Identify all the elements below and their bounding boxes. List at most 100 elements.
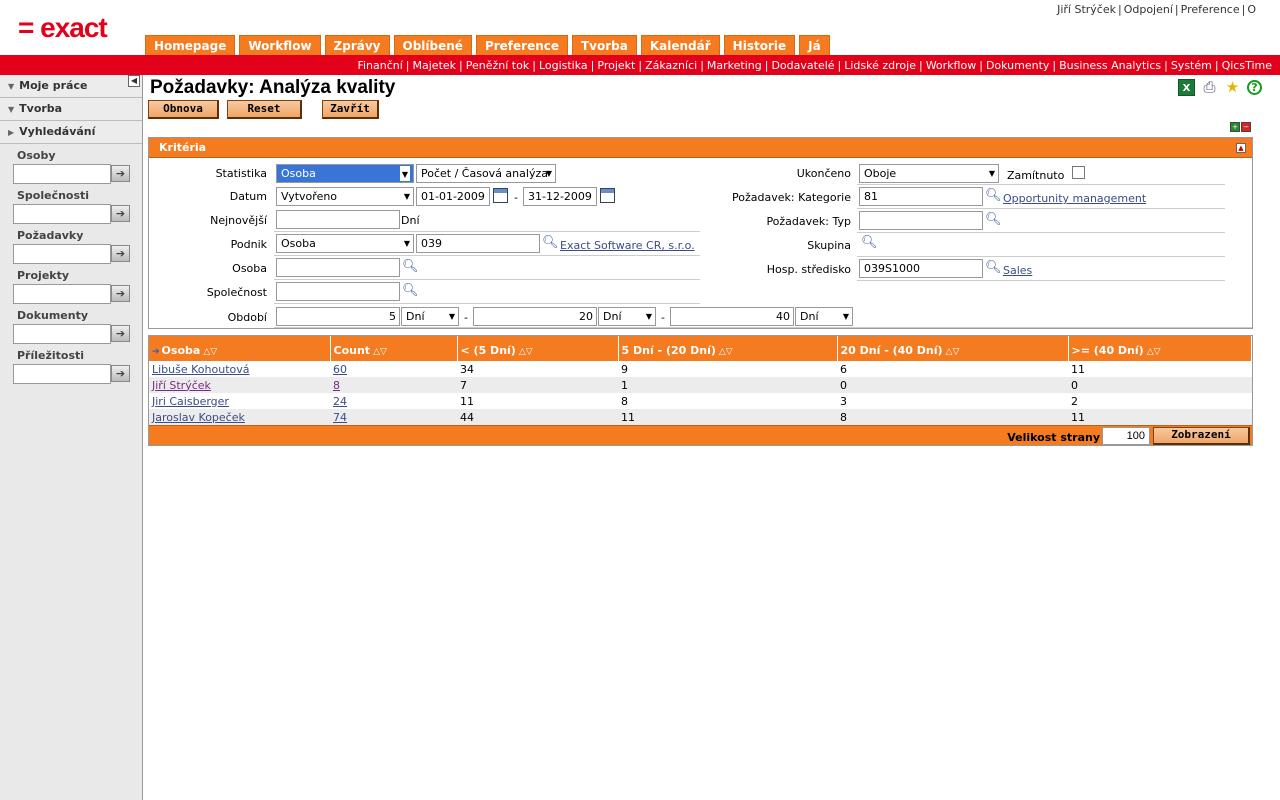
add-favorite-icon[interactable]: ★ <box>1224 79 1241 96</box>
refresh-button[interactable]: Obnova <box>148 100 219 119</box>
count-link[interactable]: 74 <box>333 411 347 424</box>
collapse-all-icon[interactable]: − <box>1241 122 1251 132</box>
tab-preference[interactable]: Preference <box>475 35 568 55</box>
search-osoby-input[interactable] <box>13 164 111 184</box>
module-dodavatele[interactable]: Dodavatelé <box>771 59 834 72</box>
col-header-lt5[interactable]: < (5 Dní) △▽ <box>457 336 619 361</box>
sort-icon[interactable]: △▽ <box>1147 347 1161 357</box>
module-majetek[interactable]: Majetek <box>413 59 457 72</box>
sort-icon[interactable]: △▽ <box>946 347 960 357</box>
module-dokumenty[interactable]: Dokumenty <box>986 59 1049 72</box>
tab-homepage[interactable]: Homepage <box>145 35 236 55</box>
datum-type-select[interactable]: Vytvořeno ▼ <box>276 187 414 206</box>
period2-unit-select[interactable]: Dní ▼ <box>598 307 656 326</box>
person-link[interactable]: Libuše Kohoutová <box>152 363 250 376</box>
reset-button[interactable]: Reset <box>227 100 302 119</box>
go-arrow-icon[interactable]: ➔ <box>111 165 130 182</box>
logout-link[interactable]: Odpojení <box>1124 3 1173 16</box>
about-link[interactable]: O <box>1247 3 1256 16</box>
module-penezni-tok[interactable]: Peněžní tok <box>466 59 529 72</box>
ukonceno-select[interactable]: Oboje ▼ <box>859 164 999 183</box>
statistika-select[interactable]: Osoba ▼ <box>276 164 414 183</box>
lookup-search-icon[interactable]: 🔍︎ <box>985 188 1002 204</box>
search-dokumenty-input[interactable] <box>13 324 111 344</box>
search-prilezitosti-input[interactable] <box>13 364 111 384</box>
page-size-input[interactable] <box>1102 427 1150 445</box>
go-arrow-icon[interactable]: ➔ <box>111 285 130 302</box>
search-projekty-input[interactable] <box>13 284 111 304</box>
module-qicstime[interactable]: QicsTime <box>1222 59 1272 72</box>
period3-input[interactable]: 40 <box>670 307 794 326</box>
nejnovejsi-input[interactable] <box>276 210 400 229</box>
podnik-type-select[interactable]: Osoba ▼ <box>276 234 414 253</box>
stredisko-link[interactable]: Sales <box>1003 264 1032 277</box>
sort-icon[interactable]: △▽ <box>719 347 733 357</box>
module-business-analytics[interactable]: Business Analytics <box>1059 59 1161 72</box>
typ-input[interactable] <box>859 211 983 230</box>
search-spolecnosti-input[interactable] <box>13 204 111 224</box>
date-from-input[interactable]: 01-01-2009 <box>416 187 490 206</box>
criteria-header[interactable]: Kritéria ▲ <box>149 138 1252 158</box>
period3-unit-select[interactable]: Dní ▼ <box>795 307 853 326</box>
calendar-icon[interactable] <box>493 188 508 203</box>
date-to-input[interactable]: 31-12-2009 <box>523 187 597 206</box>
lookup-search-icon[interactable]: 🔍︎ <box>985 212 1002 228</box>
count-link[interactable]: 8 <box>333 379 340 392</box>
osoba-input[interactable] <box>276 258 400 277</box>
sidebar-section-moje-prace[interactable]: ▼ Moje práce <box>0 75 142 98</box>
lookup-search-icon[interactable]: 🔍︎ <box>985 260 1002 276</box>
exact-logo[interactable]: = exact <box>18 12 128 44</box>
count-link[interactable]: 24 <box>333 395 347 408</box>
count-link[interactable]: 60 <box>333 363 347 376</box>
module-logistika[interactable]: Logistika <box>539 59 588 72</box>
module-financni[interactable]: Finanční <box>357 59 402 72</box>
module-system[interactable]: Systém <box>1171 59 1212 72</box>
tab-oblibene[interactable]: Oblíbené <box>393 35 472 55</box>
lookup-search-icon[interactable]: 🔍︎ <box>542 235 559 251</box>
preference-link[interactable]: Preference <box>1181 3 1240 16</box>
person-link[interactable]: Jaroslav Kopeček <box>152 411 245 424</box>
close-button[interactable]: Zavřít <box>322 100 379 119</box>
excel-export-icon[interactable]: X <box>1178 79 1195 96</box>
go-arrow-icon[interactable]: ➔ <box>111 245 130 262</box>
expand-all-icon[interactable]: + <box>1230 122 1240 132</box>
spolecnost-input[interactable] <box>276 282 400 301</box>
podnik-input[interactable]: 039 <box>416 234 540 253</box>
kategorie-input[interactable]: 81 <box>859 187 983 206</box>
collapse-sidebar-icon[interactable]: ◀ <box>128 75 140 87</box>
tab-tvorba[interactable]: Tvorba <box>572 35 637 55</box>
col-header-gte40[interactable]: >= (40 Dní) △▽ <box>1068 336 1252 361</box>
tab-workflow[interactable]: Workflow <box>239 35 321 55</box>
person-link[interactable]: Jiří Strýček <box>152 379 211 392</box>
zamitnuto-checkbox[interactable] <box>1072 166 1085 179</box>
sort-icon[interactable]: △▽ <box>519 347 533 357</box>
stredisko-input[interactable]: 039S1000 <box>859 259 983 278</box>
show-button[interactable]: Zobrazení <box>1153 427 1250 445</box>
tab-zpravy[interactable]: Zprávy <box>324 35 390 55</box>
tab-kalendar[interactable]: Kalendář <box>640 35 720 55</box>
col-header-count[interactable]: Count △▽ <box>330 336 458 361</box>
module-lidske-zdroje[interactable]: Lidské zdroje <box>844 59 916 72</box>
calendar-icon[interactable] <box>600 188 615 203</box>
sidebar-section-vyhledavani[interactable]: ▶ Vyhledávání <box>0 121 142 144</box>
module-marketing[interactable]: Marketing <box>707 59 762 72</box>
tab-ja[interactable]: Já <box>799 35 830 55</box>
analysis-type-select[interactable]: Počet / Časová analýza ▼ <box>416 164 556 183</box>
module-zakaznici[interactable]: Zákazníci <box>645 59 697 72</box>
user-name-link[interactable]: Jiří Strýček <box>1057 3 1116 16</box>
lookup-search-icon[interactable]: 🔍︎ <box>861 235 878 251</box>
lookup-search-icon[interactable]: 🔍︎ <box>402 283 419 299</box>
person-link[interactable]: Jiri Caisberger <box>152 395 229 408</box>
print-icon[interactable]: ⎙ <box>1201 79 1218 96</box>
col-header-osoba[interactable]: ➔ Osoba △▽ <box>149 336 331 361</box>
go-arrow-icon[interactable]: ➔ <box>111 205 130 222</box>
sort-icon[interactable]: △▽ <box>203 347 217 357</box>
kategorie-link[interactable]: Opportunity management <box>1003 192 1146 205</box>
collapse-panel-icon[interactable]: ▲ <box>1236 143 1246 153</box>
search-pozadavky-input[interactable] <box>13 244 111 264</box>
sidebar-section-tvorba[interactable]: ▼ Tvorba <box>0 98 142 121</box>
col-header-5-20[interactable]: 5 Dní - (20 Dní) △▽ <box>618 336 838 361</box>
go-arrow-icon[interactable]: ➔ <box>111 365 130 382</box>
sort-icon[interactable]: △▽ <box>373 347 387 357</box>
tab-historie[interactable]: Historie <box>723 35 796 55</box>
